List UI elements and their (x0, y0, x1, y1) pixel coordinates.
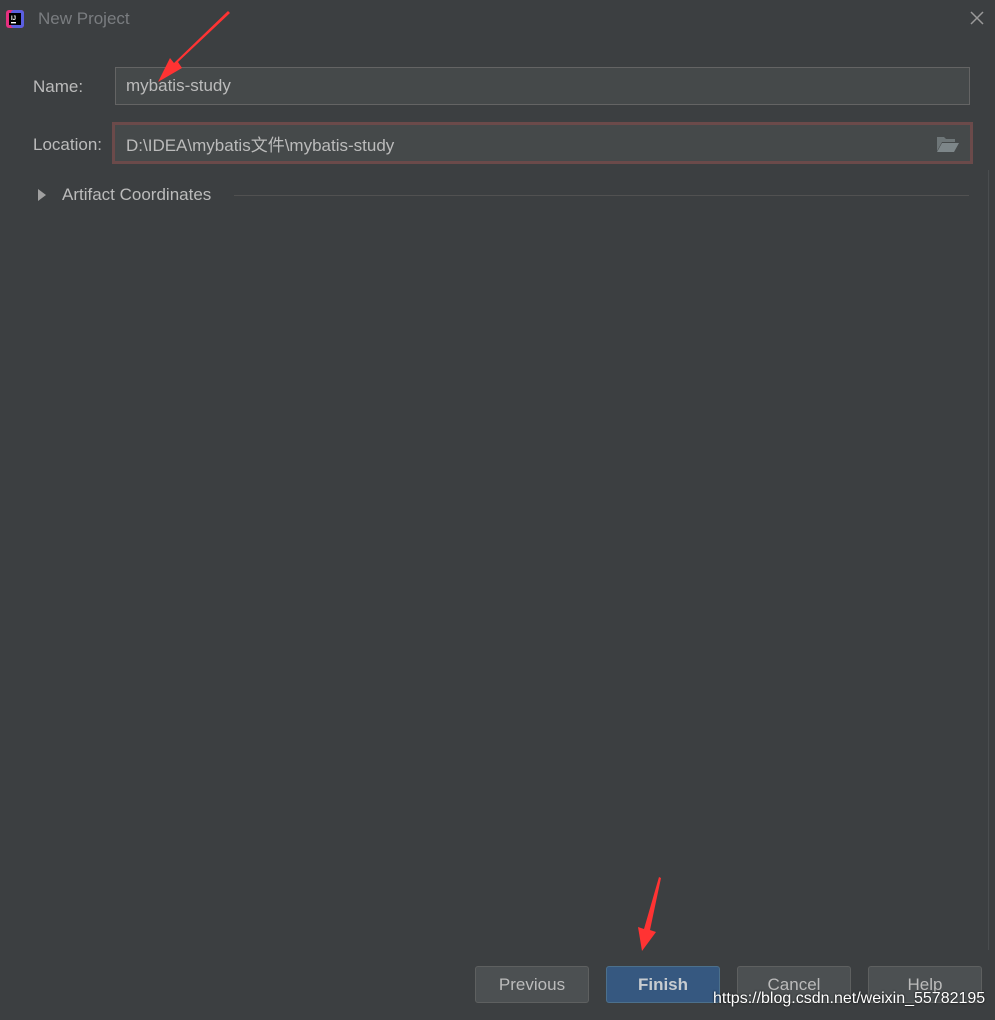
annotation-arrow-finish (638, 877, 661, 951)
title-bar: IJ New Project (0, 0, 995, 40)
artifact-coordinates-label: Artifact Coordinates (62, 185, 212, 204)
window-title: New Project (38, 9, 130, 28)
section-divider (234, 195, 969, 196)
svg-text:IJ: IJ (11, 16, 16, 22)
name-value: mybatis-study (126, 76, 231, 95)
location-value: D:\IDEA\mybatis文件\mybatis-study (126, 135, 395, 155)
artifact-coordinates-toggle[interactable]: Artifact Coordinates (38, 185, 211, 205)
location-input[interactable]: D:\IDEA\mybatis文件\mybatis-study (112, 122, 973, 164)
watermark: https://blog.csdn.net/weixin_55782195 (713, 990, 986, 1007)
name-input[interactable]: mybatis-study (115, 67, 970, 105)
folder-open-icon[interactable] (936, 135, 960, 153)
scrollbar-track (988, 170, 989, 950)
expand-triangle-icon (38, 189, 46, 201)
close-icon[interactable] (968, 9, 986, 27)
name-label: Name: (33, 77, 84, 96)
intellij-idea-icon: IJ (6, 10, 24, 28)
finish-button[interactable]: Finish (606, 966, 720, 1003)
previous-button[interactable]: Previous (475, 966, 589, 1003)
location-label: Location: (33, 135, 102, 154)
